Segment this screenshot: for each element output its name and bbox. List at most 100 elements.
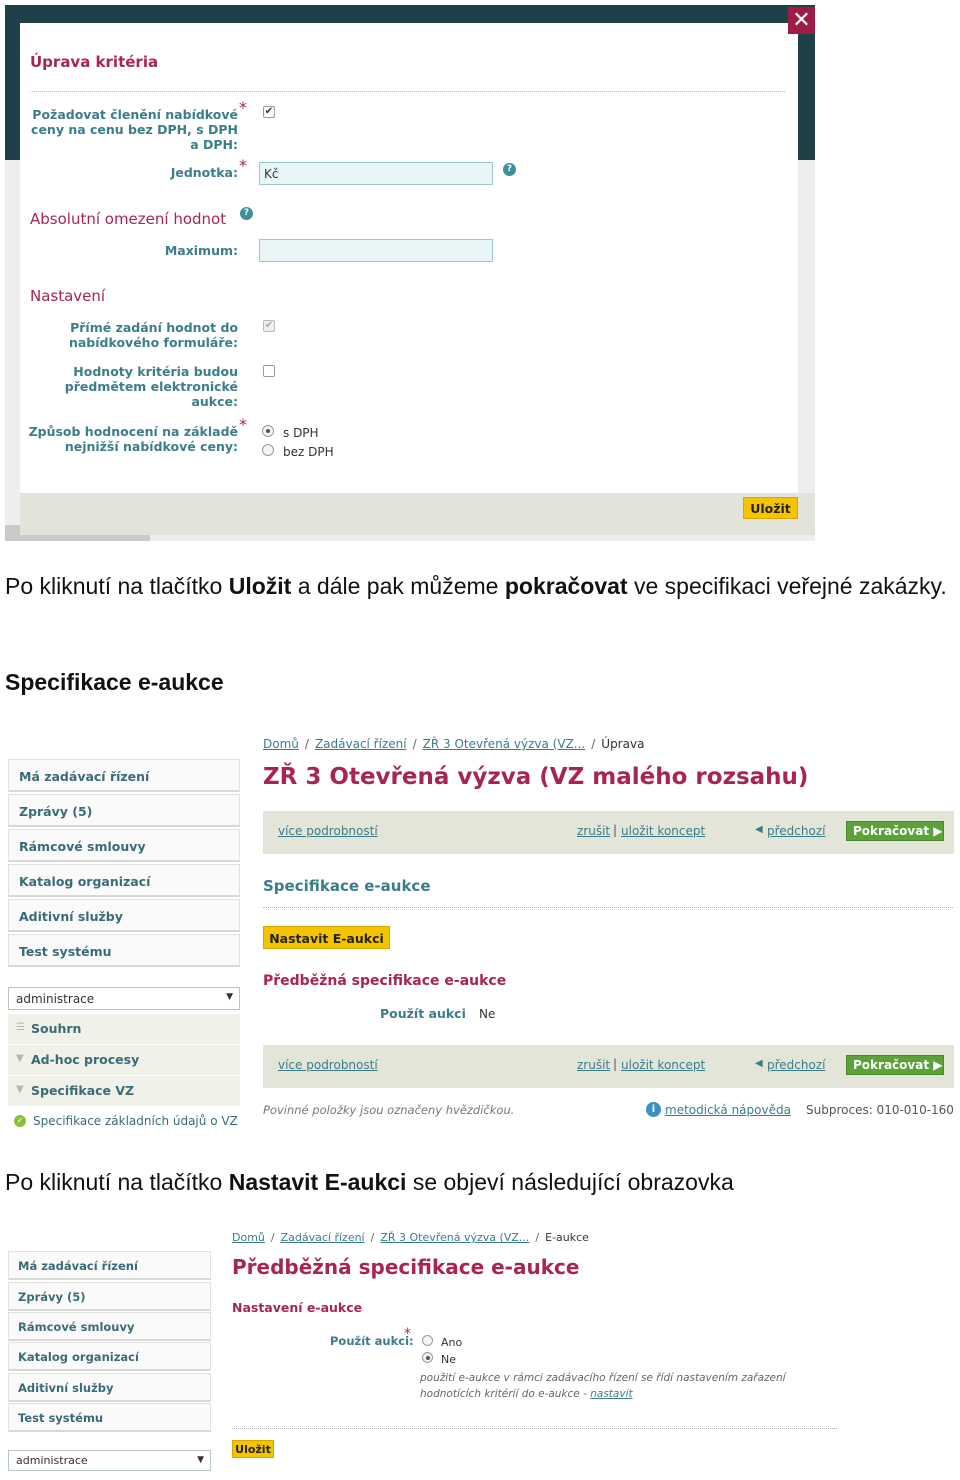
paragraph-1: Po kliknutí na tlačítko Uložit a dále pa…	[5, 573, 947, 599]
admin-select[interactable]: administrace ▼	[8, 1450, 211, 1471]
help-icon[interactable]: ?	[503, 163, 516, 176]
sidebar-item-my-procedures[interactable]: Má zadávací řízení	[8, 759, 240, 792]
unit-label: Jednotka:	[170, 165, 238, 180]
chevron-down-icon: ▼	[226, 992, 233, 1002]
breadcrumb-home[interactable]: Domů	[263, 737, 299, 751]
use-auction-yes-radio[interactable]	[422, 1335, 433, 1346]
divider	[30, 91, 785, 92]
sidebar-item-messages[interactable]: Zprávy (5)	[8, 794, 240, 827]
breadcrumb-current: E-aukce	[545, 1231, 589, 1244]
toolbar-bottom: více podrobností zrušit | uložit koncept…	[263, 1045, 954, 1088]
save-button[interactable]: Uložit	[743, 497, 798, 519]
screenshot-criterion-modal: ✕ Úprava kritéria Požadovat členění nabí…	[5, 5, 815, 541]
maximum-input[interactable]	[259, 239, 493, 262]
sidebar-item-test[interactable]: Test systému	[8, 934, 240, 967]
modal-title: Úprava kritéria	[30, 53, 159, 71]
use-auction-label: Použít aukci:	[330, 1334, 414, 1348]
page-title: ZŘ 3 Otevřená výzva (VZ malého rozsahu)	[263, 764, 809, 790]
use-auction-no-label: Ne	[441, 1353, 456, 1366]
use-auction-label: Použít aukci	[380, 1006, 466, 1021]
auction-hint: použití e-aukce v rámci zadávacího řízen…	[420, 1372, 786, 1400]
eval-with-vat-radio[interactable]	[262, 425, 274, 437]
subnav-summary[interactable]: ☰ Souhrn	[8, 1014, 240, 1044]
sidebar-item-framework[interactable]: Rámcové smlouvy	[8, 1312, 211, 1341]
section-settings: Nastavení	[30, 287, 106, 305]
previous-link[interactable]: předchozí	[767, 824, 825, 838]
breadcrumb-procedures[interactable]: Zadávací řízení	[281, 1231, 365, 1244]
direct-entry-checkbox[interactable]: ✔	[263, 320, 275, 332]
continue-button[interactable]: Pokračovat ▶	[846, 821, 944, 841]
set-link[interactable]: nastavit	[590, 1388, 632, 1400]
help-icon[interactable]: ?	[240, 207, 253, 220]
info-icon: i	[646, 1102, 661, 1117]
divider	[263, 907, 953, 908]
close-icon[interactable]: ✕	[788, 7, 815, 34]
more-details-link[interactable]: více podrobností	[278, 1058, 378, 1072]
save-button[interactable]: Uložit	[232, 1440, 274, 1458]
evaluation-method-label: Způsob hodnocení na základě nejnižší nab…	[28, 424, 238, 454]
sidebar-item-messages[interactable]: Zprávy (5)	[8, 1282, 211, 1311]
modal-footer	[20, 493, 815, 535]
subprocess-code: Subproces: 010-010-160	[806, 1103, 954, 1117]
breadcrumb-procedures[interactable]: Zadávací řízení	[315, 737, 407, 751]
triangle-down-icon: ▼	[16, 1084, 24, 1095]
subnav-basic-data[interactable]: ✓ Specifikace základních údajů o VZ	[8, 1107, 240, 1137]
breadcrumb: Domů / Zadávací řízení / ZŘ 3 Otevřená výzva…	[263, 737, 645, 751]
unit-input[interactable]: Kč	[259, 162, 493, 185]
more-details-link[interactable]: více podrobností	[278, 824, 378, 838]
split-price-checkbox[interactable]: ✔	[263, 106, 275, 118]
sidebar-item-catalog[interactable]: Katalog organizací	[8, 1342, 211, 1371]
chevron-left-icon: ◀	[755, 1058, 763, 1069]
sidebar-item-framework[interactable]: Rámcové smlouvy	[8, 829, 240, 862]
section-title: Nastavení e-aukce	[232, 1300, 363, 1315]
previous-link[interactable]: předchozí	[767, 1058, 825, 1072]
toolbar-top: více podrobností zrušit | uložit koncept…	[263, 811, 954, 854]
sidebar-item-additive[interactable]: Aditivní služby	[8, 899, 240, 932]
breadcrumb-procedure[interactable]: ZŘ 3 Otevřená výzva (VZ...	[380, 1231, 529, 1244]
subnav-adhoc[interactable]: ▼ Ad-hoc procesy	[8, 1045, 240, 1075]
subsection-title: Předběžná specifikace e-aukce	[263, 973, 507, 989]
heading-auction-spec: Specifikace e-aukce	[5, 669, 224, 695]
sidebar-item-catalog[interactable]: Katalog organizací	[8, 864, 240, 897]
use-auction-no-radio[interactable]	[422, 1352, 433, 1363]
sidebar-item-additive[interactable]: Aditivní služby	[8, 1373, 211, 1402]
auction-values-checkbox[interactable]	[263, 365, 275, 377]
triangle-down-icon: ▼	[16, 1053, 24, 1064]
breadcrumb-home[interactable]: Domů	[232, 1231, 265, 1244]
chevron-down-icon: ▼	[197, 1455, 204, 1465]
auction-values-label: Hodnoty kritéria budou předmětem elektro…	[64, 364, 238, 409]
breadcrumb-current: Úprava	[601, 737, 645, 751]
cancel-link[interactable]: zrušit	[577, 824, 610, 838]
cancel-link[interactable]: zrušit	[577, 1058, 610, 1072]
section-absolute-limit: Absolutní omezení hodnot	[30, 210, 227, 228]
maximum-label: Maximum:	[164, 243, 238, 258]
sidebar-item-test[interactable]: Test systému	[8, 1403, 211, 1432]
chevron-left-icon: ◀	[755, 824, 763, 835]
split-price-label: Požadovat členění nabídkové ceny na cenu…	[31, 107, 238, 152]
use-auction-yes-label: Ano	[441, 1336, 463, 1349]
help-link[interactable]: metodická nápověda	[665, 1103, 791, 1117]
section-title: Specifikace e-aukce	[263, 877, 431, 895]
required-star: *	[239, 156, 247, 175]
save-draft-link[interactable]: uložit koncept	[621, 1058, 705, 1072]
required-note: Povinné položky jsou označeny hvězdičkou…	[263, 1103, 515, 1117]
required-star: *	[404, 1326, 411, 1342]
breadcrumb: Domů / Zadávací řízení / ZŘ 3 Otevřená výzva…	[232, 1231, 589, 1244]
eval-with-vat-label: s DPH	[283, 426, 319, 440]
continue-button[interactable]: Pokračovat ▶	[846, 1055, 944, 1075]
list-icon: ☰	[16, 1022, 25, 1033]
set-auction-button[interactable]: Nastavit E-aukci	[263, 926, 390, 949]
required-star: *	[239, 415, 247, 434]
check-icon: ✓	[14, 1115, 26, 1127]
use-auction-value: Ne	[479, 1007, 496, 1021]
page-title: Předběžná specifikace e-aukce	[232, 1255, 580, 1279]
sidebar-item-my-procedures[interactable]: Má zadávací řízení	[8, 1251, 211, 1280]
admin-select[interactable]: administrace ▼	[8, 987, 240, 1010]
save-draft-link[interactable]: uložit koncept	[621, 824, 705, 838]
subnav-spec[interactable]: ▼ Specifikace VZ	[8, 1076, 240, 1106]
divider	[232, 1428, 837, 1429]
separator: |	[613, 823, 618, 837]
eval-without-vat-label: bez DPH	[283, 445, 334, 459]
eval-without-vat-radio[interactable]	[262, 444, 274, 456]
breadcrumb-procedure[interactable]: ZŘ 3 Otevřená výzva (VZ...	[423, 737, 586, 751]
